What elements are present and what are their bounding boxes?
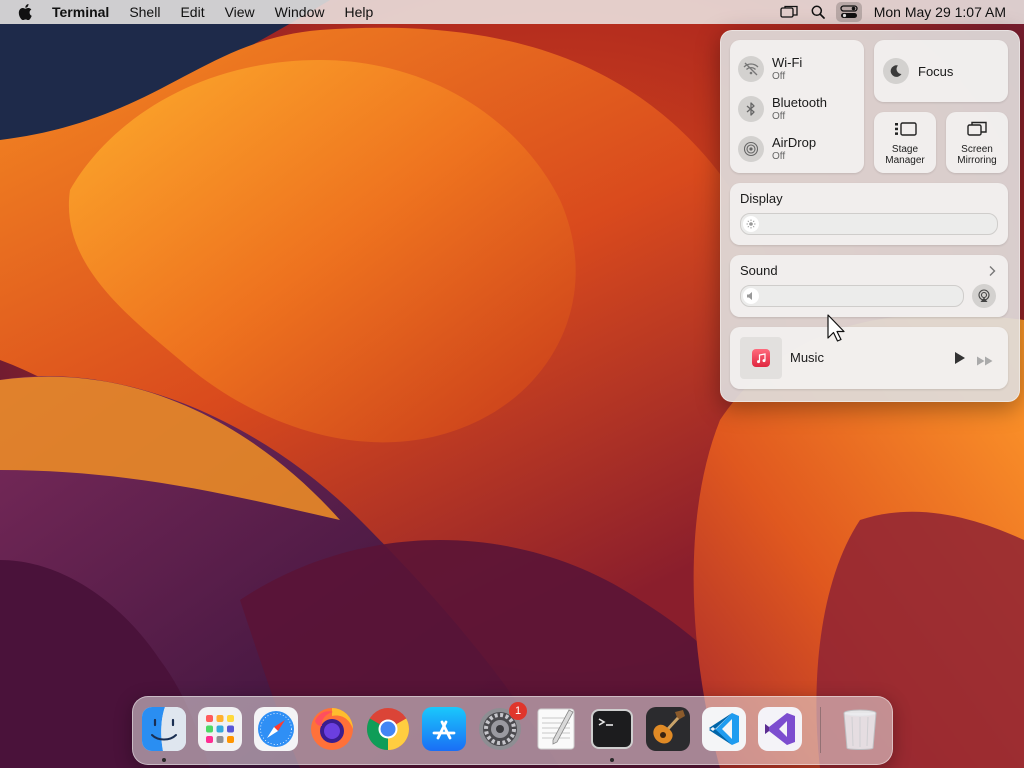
airdrop-icon [738, 135, 764, 162]
garageband-guitar-icon [646, 707, 690, 751]
dock-firefox[interactable] [309, 706, 355, 752]
stage-manager-label-line2: Manager [885, 155, 925, 166]
app-store-icon [422, 707, 466, 751]
dock-terminal[interactable] [589, 706, 635, 752]
stage-manager-label-line1: Stage [891, 144, 919, 155]
menu-app-name[interactable]: Terminal [42, 0, 119, 24]
bluetooth-icon [738, 95, 764, 122]
music-artwork[interactable] [740, 337, 782, 379]
screen-mirroring-icon [967, 121, 987, 142]
launchpad-icon [198, 707, 242, 751]
wifi-label: Wi-Fi [772, 55, 803, 70]
brightness-sun-icon [743, 216, 759, 232]
dock-garageband[interactable] [645, 706, 691, 752]
connectivity-tile: Wi-Fi Off Bluetooth Off AirDrop Off [730, 40, 864, 173]
dock-vscode[interactable] [701, 706, 747, 752]
menu-window[interactable]: Window [265, 0, 335, 24]
dock-trash[interactable] [837, 706, 883, 752]
screen-mirroring-menu-icon[interactable] [774, 0, 804, 24]
display-title: Display [740, 191, 783, 206]
spotlight-search-icon[interactable] [804, 0, 832, 24]
wifi-status: Off [772, 71, 786, 82]
dock-separator [820, 707, 821, 753]
airdrop-status: Off [772, 151, 786, 162]
focus-button[interactable]: Focus [874, 40, 1008, 102]
dock: 1 [132, 696, 893, 765]
stage-manager-button[interactable]: Stage Manager [874, 112, 936, 173]
now-playing-app-name: Music [790, 350, 824, 365]
bluetooth-status: Off [772, 111, 786, 122]
airdrop-label: AirDrop [772, 135, 817, 150]
fast-forward-icon[interactable] [976, 353, 994, 371]
menu-view[interactable]: View [215, 0, 265, 24]
display-brightness-slider[interactable] [740, 213, 998, 235]
visual-studio-icon [758, 707, 802, 751]
stage-manager-icon [894, 121, 918, 142]
terminal-icon [591, 709, 633, 749]
play-icon[interactable] [954, 351, 966, 370]
menu-bar: Terminal Shell Edit View Window Help Mon… [0, 0, 1024, 24]
screen-mirroring-label-line1: Screen [961, 144, 993, 155]
textedit-icon [537, 708, 575, 750]
sound-volume-slider[interactable] [740, 285, 964, 307]
dock-app-store[interactable] [421, 706, 467, 752]
bluetooth-toggle[interactable]: Bluetooth Off [738, 95, 827, 122]
menu-help[interactable]: Help [334, 0, 383, 24]
vscode-icon [702, 707, 746, 751]
speaker-icon [743, 288, 759, 304]
airplay-audio-button[interactable] [972, 284, 996, 308]
dock-safari[interactable] [253, 706, 299, 752]
wifi-toggle[interactable]: Wi-Fi Off [738, 55, 802, 82]
now-playing-tile: Music [730, 327, 1008, 389]
menu-shell[interactable]: Shell [119, 0, 170, 24]
airplay-audio-icon [978, 289, 990, 302]
wifi-off-icon [738, 55, 764, 82]
dock-textedit[interactable] [533, 706, 579, 752]
dock-visual-studio[interactable] [757, 706, 803, 752]
safari-icon [254, 707, 298, 751]
sound-title: Sound [740, 263, 778, 278]
terminal-running-indicator [610, 758, 614, 762]
sound-chevron-right-icon[interactable] [988, 264, 996, 282]
menu-edit[interactable]: Edit [170, 0, 214, 24]
focus-label: Focus [918, 63, 954, 79]
trash-icon [843, 709, 877, 750]
apple-menu-icon[interactable] [14, 0, 36, 24]
finder-running-indicator [162, 758, 166, 762]
dock-chrome[interactable] [365, 706, 411, 752]
menubar-clock[interactable]: Mon May 29 1:07 AM [868, 4, 1024, 20]
mouse-pointer-icon [827, 314, 845, 342]
finder-icon [142, 707, 186, 751]
moon-icon [883, 58, 909, 84]
music-app-icon [752, 349, 770, 367]
dock-finder[interactable] [141, 706, 187, 752]
control-center-panel: Wi-Fi Off Bluetooth Off AirDrop Off Focu… [720, 30, 1020, 402]
dock-system-settings[interactable]: 1 [477, 702, 527, 752]
chrome-icon [366, 708, 410, 750]
control-center-icon[interactable] [835, 2, 862, 22]
sound-tile: Sound [730, 255, 1008, 317]
dock-launchpad[interactable] [197, 706, 243, 752]
system-settings-notification-badge: 1 [509, 702, 527, 720]
airdrop-toggle[interactable]: AirDrop Off [738, 135, 816, 162]
firefox-icon [311, 708, 353, 750]
screen-mirroring-button[interactable]: Screen Mirroring [946, 112, 1008, 173]
screen-mirroring-label-line2: Mirroring [957, 155, 997, 166]
bluetooth-label: Bluetooth [772, 95, 827, 110]
display-tile: Display [730, 183, 1008, 245]
